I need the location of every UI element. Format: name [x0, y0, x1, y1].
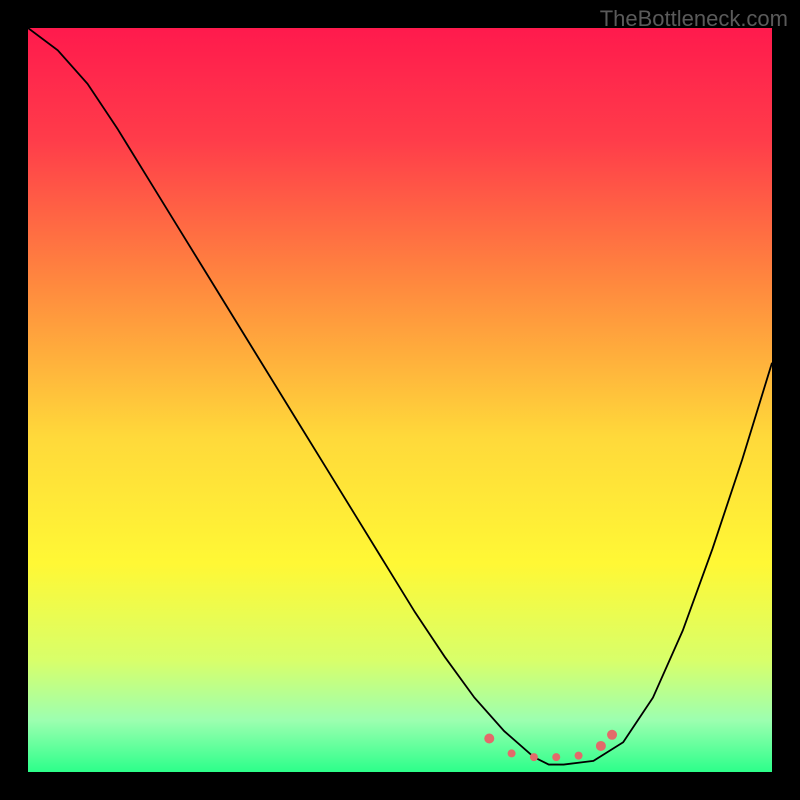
chart-container [28, 28, 772, 772]
highlight-dot [596, 741, 606, 751]
chart-svg [28, 28, 772, 772]
highlight-dot [552, 753, 560, 761]
highlight-dot [484, 734, 494, 744]
highlight-dot [508, 749, 516, 757]
highlight-dot [530, 753, 538, 761]
highlight-dot [607, 730, 617, 740]
gradient-background [28, 28, 772, 772]
watermark-text: TheBottleneck.com [600, 6, 788, 32]
highlight-dot [575, 752, 583, 760]
